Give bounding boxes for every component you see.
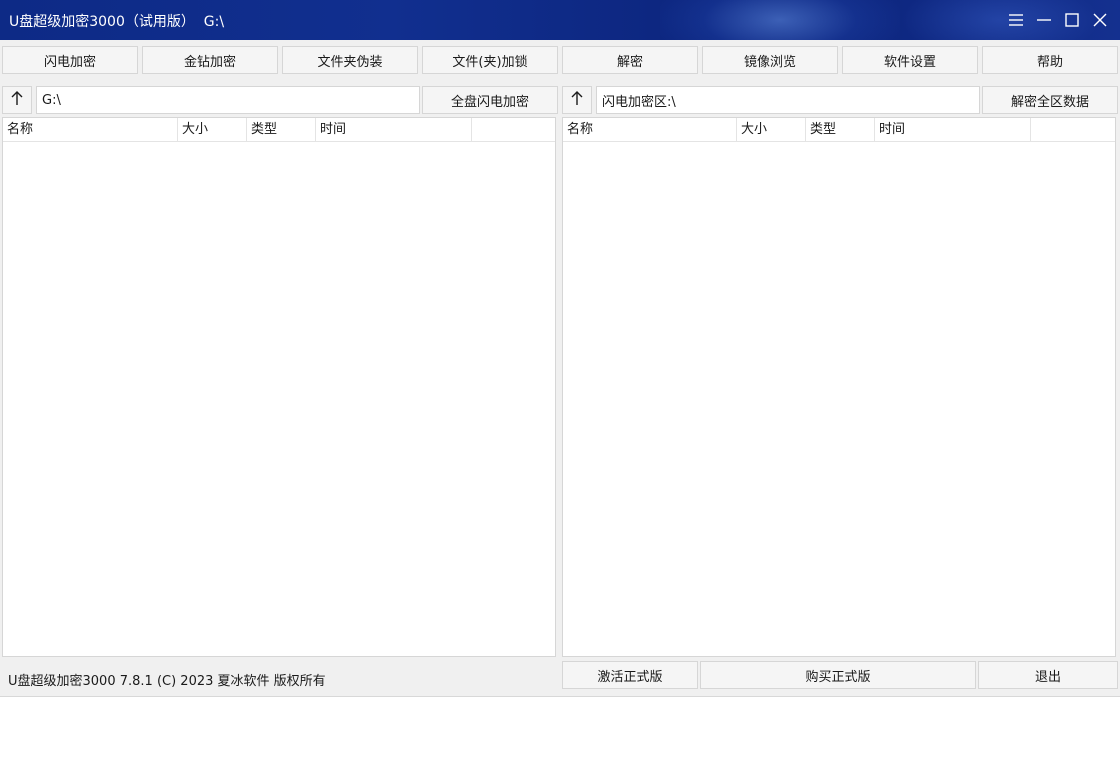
column-header-time[interactable]: 时间	[875, 118, 1031, 141]
settings-button[interactable]: 软件设置	[842, 46, 978, 74]
column-header-time[interactable]: 时间	[316, 118, 472, 141]
full-disk-flash-encrypt-button[interactable]: 全盘闪电加密	[422, 86, 558, 114]
up-arrow-icon	[570, 90, 584, 110]
left-up-button[interactable]	[2, 86, 32, 114]
app-window: U盘超级加密3000（试用版） G:\ 闪电加密 金钻加密 文件夹伪装 文件(夹…	[0, 0, 1120, 697]
exit-button[interactable]: 退出	[978, 661, 1118, 689]
column-header-size[interactable]: 大小	[737, 118, 806, 141]
right-path-input[interactable]	[596, 86, 980, 114]
diamond-encrypt-button[interactable]: 金钻加密	[142, 46, 278, 74]
column-header-name[interactable]: 名称	[3, 118, 178, 141]
right-file-list[interactable]: 名称 大小 类型 时间	[562, 117, 1116, 657]
activate-button[interactable]: 激活正式版	[562, 661, 698, 689]
column-header-type[interactable]: 类型	[247, 118, 316, 141]
close-icon[interactable]	[1088, 8, 1112, 32]
help-button[interactable]: 帮助	[982, 46, 1118, 74]
decrypt-all-data-button[interactable]: 解密全区数据	[982, 86, 1118, 114]
column-header-size[interactable]: 大小	[178, 118, 247, 141]
column-header-extra[interactable]	[1031, 118, 1115, 141]
decrypt-button[interactable]: 解密	[562, 46, 698, 74]
image-browse-button[interactable]: 镜像浏览	[702, 46, 838, 74]
column-header-type[interactable]: 类型	[806, 118, 875, 141]
right-up-button[interactable]	[562, 86, 592, 114]
maximize-icon[interactable]	[1060, 8, 1084, 32]
menu-icon[interactable]	[1004, 8, 1028, 32]
left-path-input[interactable]	[36, 86, 420, 114]
flash-encrypt-button[interactable]: 闪电加密	[2, 46, 138, 74]
minimize-icon[interactable]	[1032, 8, 1056, 32]
left-file-list[interactable]: 名称 大小 类型 时间	[2, 117, 556, 657]
column-header-extra[interactable]	[472, 118, 555, 141]
title-bar-glow	[660, 0, 900, 40]
buy-button[interactable]: 购买正式版	[700, 661, 976, 689]
file-lock-button[interactable]: 文件(夹)加锁	[422, 46, 558, 74]
title-bar[interactable]: U盘超级加密3000（试用版） G:\	[0, 0, 1120, 40]
folder-disguise-button[interactable]: 文件夹伪装	[282, 46, 418, 74]
status-text: U盘超级加密3000 7.8.1 (C) 2023 夏冰软件 版权所有	[8, 674, 326, 689]
column-header-name[interactable]: 名称	[563, 118, 737, 141]
right-list-header: 名称 大小 类型 时间	[563, 118, 1115, 142]
left-list-header: 名称 大小 类型 时间	[3, 118, 555, 142]
up-arrow-icon	[10, 90, 24, 110]
window-title: U盘超级加密3000（试用版） G:\	[9, 14, 225, 30]
